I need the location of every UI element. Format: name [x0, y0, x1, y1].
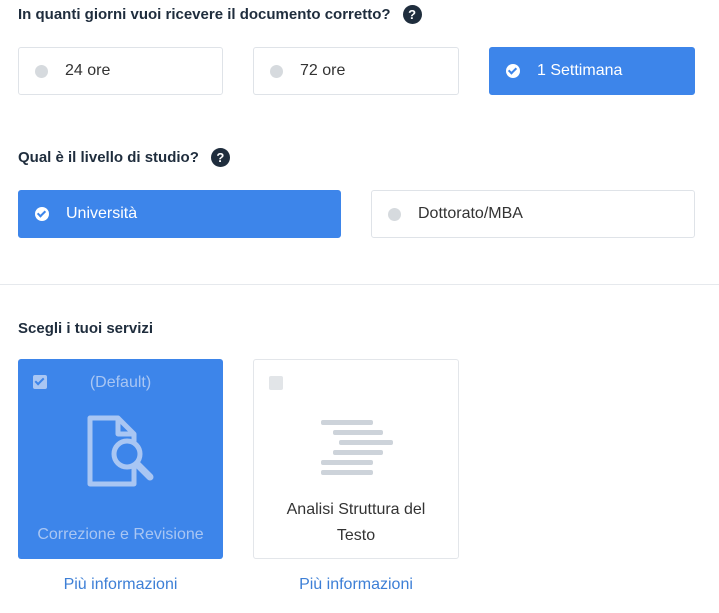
check-circle-icon	[35, 207, 49, 221]
level-question-text: Qual è il livello di studio?	[18, 149, 199, 166]
section-divider	[0, 284, 719, 285]
option-dottorato-mba[interactable]: Dottorato/MBA	[371, 190, 695, 238]
option-1-settimana[interactable]: 1 Settimana	[489, 47, 695, 95]
card-name: Analisi Struttura del Testo	[286, 501, 426, 544]
services-title: Scegli i tuoi servizi	[18, 320, 153, 337]
option-universita[interactable]: Università	[18, 190, 341, 238]
check-circle-icon	[506, 64, 520, 78]
card-name: Correzione e Revisione	[37, 526, 204, 543]
more-info-link[interactable]: Più informazioni	[253, 576, 459, 594]
option-label: 72 ore	[300, 62, 346, 79]
checkbox-icon[interactable]	[269, 376, 283, 390]
text-lines-icon	[321, 420, 393, 475]
service-card-analisi[interactable]: Analisi Struttura del Testo	[253, 359, 459, 559]
services-title-text: Scegli i tuoi servizi	[18, 320, 154, 337]
card-default-tag: (Default)	[89, 374, 152, 391]
option-72-ore[interactable]: 72 ore	[253, 47, 459, 95]
option-24-ore[interactable]: 24 ore	[18, 47, 223, 95]
option-label: Università	[66, 205, 138, 222]
more-info-link[interactable]: Più informazioni	[18, 576, 223, 594]
service-card-correzione[interactable]: (Default) Correzione e Revisione	[18, 359, 223, 559]
option-label: 24 ore	[65, 62, 111, 79]
radio-icon	[388, 207, 401, 221]
option-label: Dottorato/MBA	[418, 205, 523, 222]
radio-icon	[270, 64, 283, 78]
radio-icon	[35, 64, 48, 78]
level-question: Qual è il livello di studio? ?	[18, 148, 230, 167]
delivery-question: In quanti giorni vuoi ricevere il docume…	[18, 5, 422, 24]
document-search-icon	[87, 415, 154, 487]
option-label: 1 Settimana	[537, 62, 623, 79]
delivery-question-text: In quanti giorni vuoi ricevere il docume…	[18, 6, 391, 23]
help-icon[interactable]: ?	[402, 5, 422, 24]
help-icon[interactable]: ?	[210, 148, 230, 167]
